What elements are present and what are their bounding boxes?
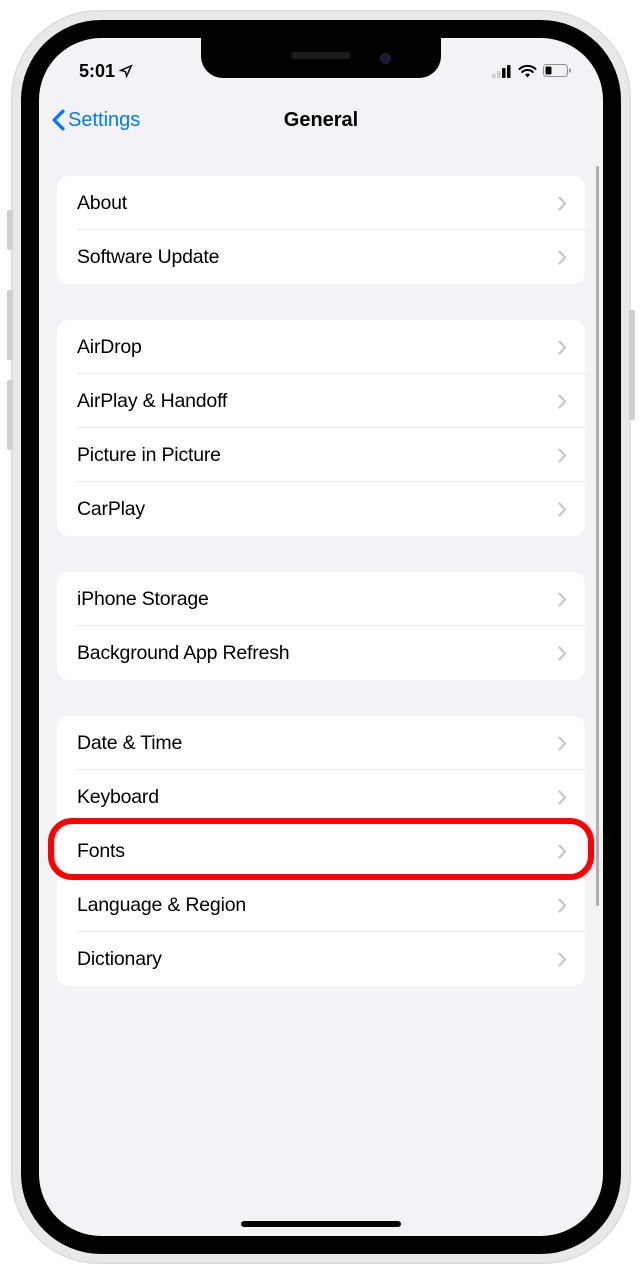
row-label: CarPlay	[77, 498, 145, 521]
scroll-indicator[interactable]	[596, 166, 599, 906]
chevron-right-icon	[558, 844, 567, 859]
location-icon	[119, 64, 133, 78]
volume-down-button	[7, 380, 13, 450]
status-time: 5:01	[79, 61, 133, 82]
front-camera	[380, 53, 391, 64]
chevron-right-icon	[558, 736, 567, 751]
settings-group-3: iPhone Storage Background App Refresh	[57, 572, 585, 680]
row-label: Background App Refresh	[77, 642, 289, 665]
settings-group-2: AirDrop AirPlay & Handoff Picture in Pic…	[57, 320, 585, 536]
speaker	[291, 52, 351, 59]
back-label: Settings	[68, 109, 140, 132]
chevron-right-icon	[558, 952, 567, 967]
row-label: Software Update	[77, 246, 219, 269]
content-scroll[interactable]: About Software Update AirDrop AirPlay &	[39, 148, 603, 1236]
row-language-region[interactable]: Language & Region	[57, 878, 585, 932]
wifi-icon	[518, 64, 537, 78]
row-background-app-refresh[interactable]: Background App Refresh	[57, 626, 585, 680]
screen: 5:01	[39, 38, 603, 1236]
row-label: Fonts	[77, 840, 125, 863]
time-label: 5:01	[79, 61, 115, 82]
row-airplay-handoff[interactable]: AirPlay & Handoff	[57, 374, 585, 428]
row-keyboard[interactable]: Keyboard	[57, 770, 585, 824]
notch	[201, 38, 441, 78]
chevron-right-icon	[558, 898, 567, 913]
chevron-right-icon	[558, 502, 567, 517]
row-fonts[interactable]: Fonts	[57, 824, 585, 878]
row-label: iPhone Storage	[77, 588, 209, 611]
row-label: Language & Region	[77, 894, 246, 917]
nav-title: General	[284, 109, 358, 132]
row-label: Keyboard	[77, 786, 159, 809]
row-label: About	[77, 192, 127, 215]
row-software-update[interactable]: Software Update	[57, 230, 585, 284]
cellular-signal-icon	[492, 65, 512, 78]
row-date-time[interactable]: Date & Time	[57, 716, 585, 770]
battery-icon	[543, 64, 571, 78]
status-icons	[492, 64, 571, 78]
row-label: Picture in Picture	[77, 444, 221, 467]
chevron-right-icon	[558, 340, 567, 355]
home-indicator[interactable]	[241, 1221, 401, 1227]
row-label: AirPlay & Handoff	[77, 390, 227, 413]
volume-up-button	[7, 290, 13, 360]
chevron-right-icon	[558, 790, 567, 805]
phone-body: 5:01	[21, 20, 621, 1254]
row-label: Dictionary	[77, 948, 162, 971]
chevron-right-icon	[558, 448, 567, 463]
row-label: AirDrop	[77, 336, 142, 359]
chevron-left-icon	[51, 109, 66, 131]
settings-group-4: Date & Time Keyboard Fonts Language & Re…	[57, 716, 585, 986]
mute-switch	[7, 210, 13, 250]
row-dictionary[interactable]: Dictionary	[57, 932, 585, 986]
row-carplay[interactable]: CarPlay	[57, 482, 585, 536]
row-iphone-storage[interactable]: iPhone Storage	[57, 572, 585, 626]
chevron-right-icon	[558, 394, 567, 409]
chevron-right-icon	[558, 196, 567, 211]
row-about[interactable]: About	[57, 176, 585, 230]
row-airdrop[interactable]: AirDrop	[57, 320, 585, 374]
back-button[interactable]: Settings	[51, 109, 140, 132]
phone-frame: 5:01	[11, 10, 631, 1264]
chevron-right-icon	[558, 592, 567, 607]
chevron-right-icon	[558, 250, 567, 265]
settings-group-1: About Software Update	[57, 176, 585, 284]
row-label: Date & Time	[77, 732, 182, 755]
chevron-right-icon	[558, 646, 567, 661]
row-picture-in-picture[interactable]: Picture in Picture	[57, 428, 585, 482]
nav-bar: Settings General	[39, 92, 603, 148]
power-button	[629, 310, 635, 420]
